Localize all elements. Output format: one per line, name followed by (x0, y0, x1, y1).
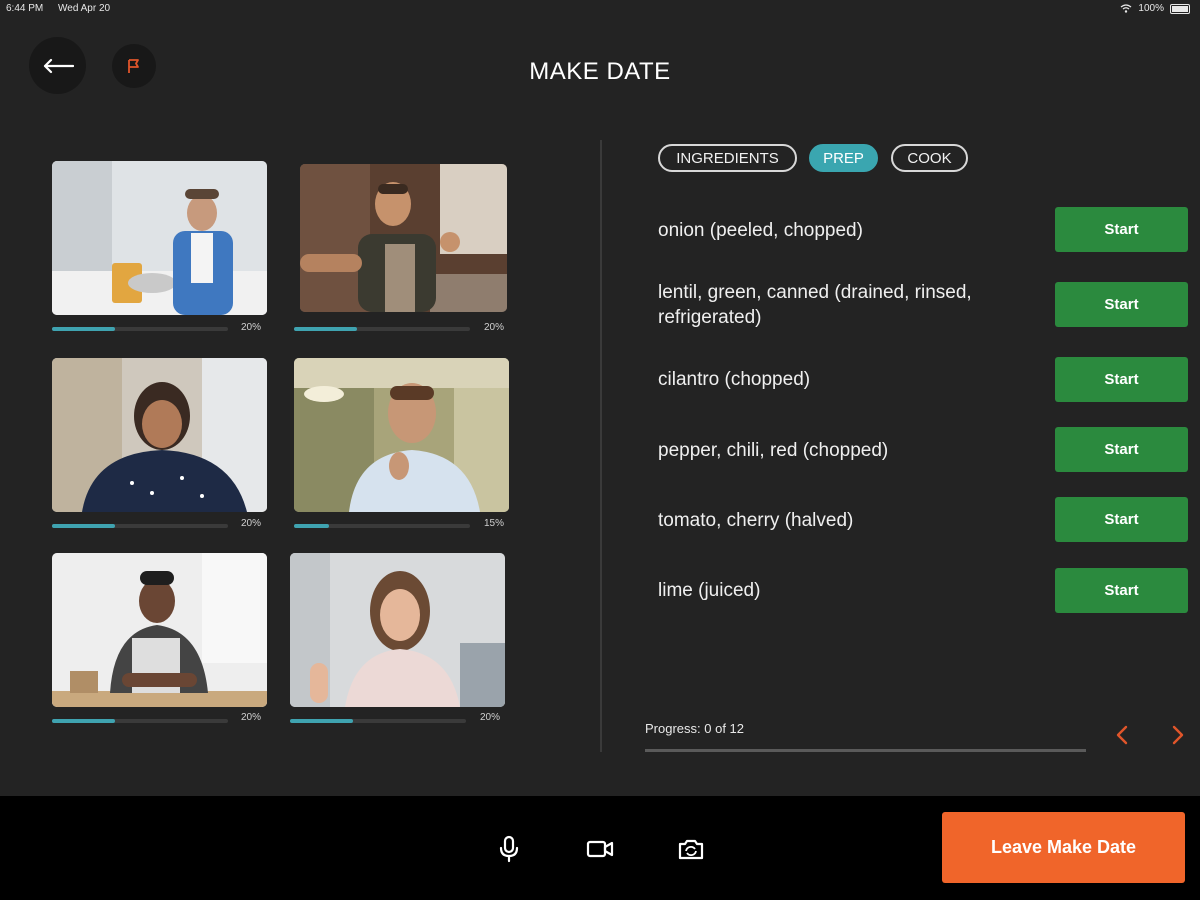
flip-camera-button[interactable] (674, 832, 708, 866)
start-button[interactable]: Start (1055, 282, 1188, 327)
participant-progress-bar (52, 524, 228, 528)
participant-video (52, 161, 267, 315)
step-label: lentil, green, canned (drained, rinsed, … (658, 282, 972, 328)
participant-percent: 20% (241, 712, 262, 723)
tab-cook[interactable]: COOK (891, 144, 968, 172)
status-date: Wed Apr 20 (58, 3, 111, 14)
step-label: lime (juiced) (658, 580, 761, 601)
participant-progress-bar (290, 719, 466, 723)
start-button[interactable]: Start (1055, 427, 1188, 472)
participant-progress-bar (294, 524, 470, 528)
step-label: onion (peeled, chopped) (658, 220, 863, 241)
participant-tile[interactable]: 15% (294, 358, 509, 529)
participant-video (52, 358, 267, 512)
participant-progress-fill (52, 327, 116, 331)
tab-ingredients[interactable]: INGREDIENTS (658, 144, 797, 172)
battery-percent: 100% (1138, 3, 1164, 14)
participant-progress-bar (52, 719, 228, 723)
participant-video (294, 358, 509, 512)
flip-camera-icon (678, 839, 704, 860)
participant-video (300, 164, 507, 312)
progress-bar (645, 749, 1086, 752)
status-indicators: 100% (1120, 3, 1190, 14)
wifi-icon (1121, 4, 1132, 13)
participant-video (290, 553, 505, 707)
participant-progress-fill (52, 524, 116, 528)
video-camera-icon (586, 840, 614, 858)
progress-text: Progress: 0 of 12 (645, 721, 744, 736)
start-button[interactable]: Start (1055, 357, 1188, 402)
participant-progress-bar (294, 327, 470, 331)
start-button[interactable]: Start (1055, 207, 1188, 252)
participant-progress-fill (290, 719, 354, 723)
step-label: cilantro (chopped) (658, 369, 811, 390)
microphone-icon (499, 835, 519, 863)
participant-percent: 20% (241, 518, 262, 529)
camera-button[interactable] (583, 832, 617, 866)
participant-progress-fill (294, 524, 330, 528)
participant-tile[interactable]: 20% (294, 164, 507, 333)
previous-step-button[interactable] (1110, 722, 1134, 748)
chevron-right-icon (1172, 725, 1184, 745)
participant-percent: 20% (484, 322, 505, 333)
participant-progress-bar (52, 327, 228, 331)
microphone-button[interactable] (492, 832, 526, 866)
participant-video (52, 553, 267, 707)
step-label: pepper, chili, red (chopped) (658, 440, 889, 461)
start-button[interactable]: Start (1055, 568, 1188, 613)
participant-percent: 15% (484, 518, 505, 529)
battery-icon (1170, 3, 1190, 14)
panel-divider (600, 140, 602, 752)
step-label: tomato, cherry (halved) (658, 510, 854, 531)
next-step-button[interactable] (1166, 722, 1190, 748)
page-title: MAKE DATE (529, 58, 671, 85)
start-button[interactable]: Start (1055, 497, 1188, 542)
participant-progress-fill (294, 327, 358, 331)
participant-tile[interactable]: 20% (52, 161, 267, 333)
participant-progress-fill (52, 719, 116, 723)
tab-prep[interactable]: PREP (809, 144, 878, 172)
participant-percent: 20% (480, 712, 501, 723)
chevron-left-icon (1116, 725, 1128, 745)
participant-tile[interactable]: 20% (52, 358, 267, 529)
participant-tile[interactable]: 20% (52, 553, 267, 723)
participant-tile[interactable]: 20% (290, 553, 505, 723)
participant-percent: 20% (241, 322, 262, 333)
status-time: 6:44 PM (6, 3, 44, 14)
status-bar: 6:44 PM Wed Apr 20 100% (0, 0, 1200, 18)
leave-make-date-button[interactable]: Leave Make Date (942, 812, 1185, 883)
